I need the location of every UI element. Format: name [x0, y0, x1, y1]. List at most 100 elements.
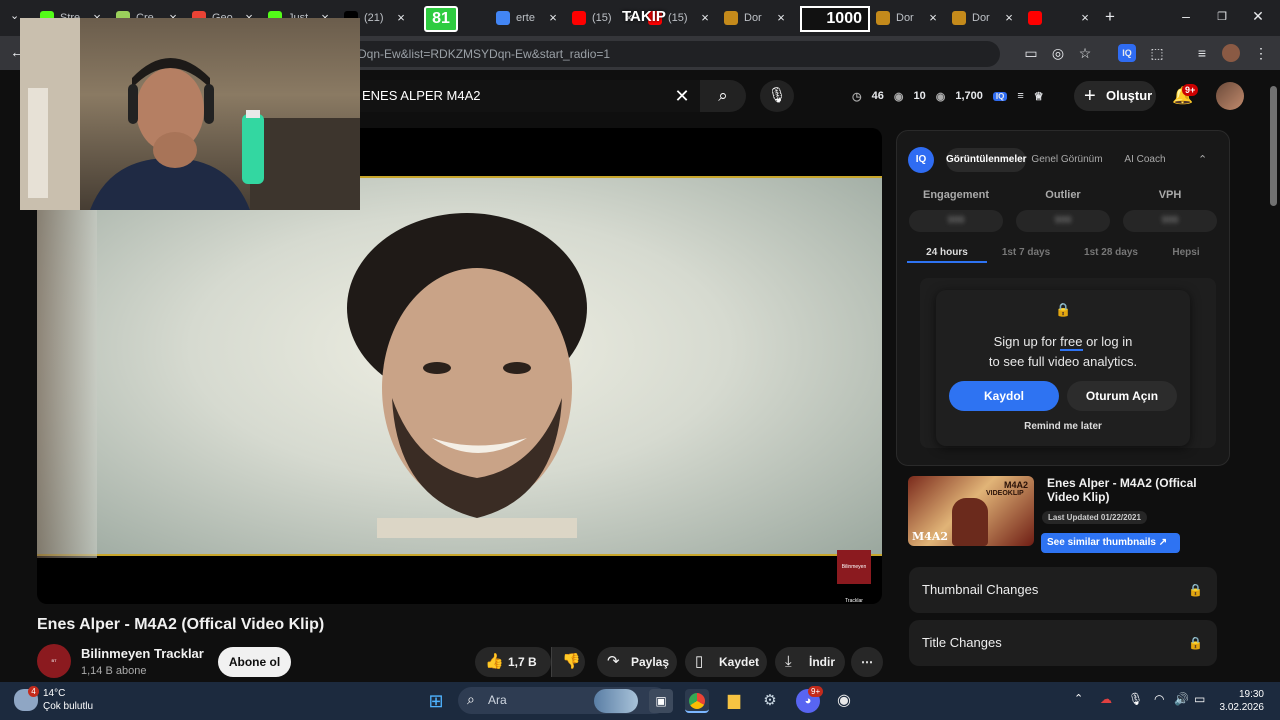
tab-title: (15)	[592, 12, 612, 24]
media-controls-icon[interactable]: ≡	[1193, 44, 1211, 62]
webcam-image	[20, 18, 360, 210]
minimize-icon[interactable]: –	[1176, 8, 1196, 24]
tab-close-icon[interactable]: ×	[1002, 10, 1016, 25]
tab-close-icon[interactable]: ×	[774, 10, 788, 25]
account-avatar[interactable]	[1216, 82, 1244, 110]
browser-menu-icon[interactable]: ⋮	[1252, 44, 1270, 62]
share-arrow-icon: ↷	[607, 653, 620, 670]
channel-avatar[interactable]: BT	[37, 644, 71, 678]
tray-overflow-chevron-icon[interactable]: ⌃	[1074, 692, 1083, 705]
search-highlight-image[interactable]	[594, 689, 638, 713]
video-thumbnail[interactable]: M4A2 VIDEOKLIP M4A2	[908, 476, 1034, 546]
microphone-tray-icon[interactable]: 🎙	[1128, 692, 1143, 706]
tab-overview[interactable]: Genel Görünüm	[1030, 148, 1104, 172]
tab-title: Dor	[896, 12, 914, 24]
extensions-puzzle-icon[interactable]: ⬚	[1148, 44, 1166, 62]
range-24-hours[interactable]: 24 hours	[907, 247, 987, 263]
browser-tab[interactable]: erte ×	[490, 6, 560, 30]
windows-start-icon[interactable]: ⊞	[424, 689, 448, 713]
channel-watermark[interactable]: Bilinmeyen Tracklar	[837, 550, 871, 604]
file-explorer-icon[interactable]: ▆	[722, 689, 746, 713]
metric-outlier-text: 999	[1054, 215, 1072, 226]
install-app-icon[interactable]: ▭	[1022, 44, 1040, 62]
profile-avatar[interactable]	[1222, 44, 1240, 62]
like-button[interactable]: 👍 1,7 B	[475, 647, 551, 677]
battery-icon[interactable]: ▭	[1194, 692, 1205, 706]
follow-goal-target: 1000	[800, 6, 870, 32]
download-button[interactable]: ⤓ İndir	[775, 647, 845, 677]
dislike-button[interactable]: 👎	[551, 647, 585, 677]
trophy-icon[interactable]: ♕	[1034, 90, 1044, 103]
metric-vph-label: VPH	[1158, 189, 1182, 201]
tab-close-icon[interactable]: ×	[546, 10, 560, 25]
subscribe-button[interactable]: Abone ol	[218, 647, 291, 677]
vidiq-icon[interactable]: IQ	[992, 91, 1008, 101]
metric-vph-text: 999	[1161, 215, 1179, 226]
close-window-icon[interactable]: ✕	[1248, 8, 1268, 25]
thumbnail-video-title: Enes Alper - M4A2 (Offical Video Klip)	[1047, 476, 1197, 504]
metric-engagement-label: Engagement	[922, 189, 989, 201]
range-7-days[interactable]: 1st 7 days	[986, 247, 1066, 258]
search-button[interactable]: ⌕	[700, 80, 746, 112]
tab-title: Dor	[744, 12, 762, 24]
free-link[interactable]: free	[1060, 334, 1083, 351]
views-icon: ◉	[935, 90, 946, 103]
tab-close-icon[interactable]: ×	[394, 10, 408, 25]
obs-icon[interactable]: ◉	[832, 689, 856, 713]
browser-tab[interactable]: Dor ×	[870, 6, 940, 30]
browser-tab[interactable]: Dor ×	[718, 6, 788, 30]
bookmark-star-icon[interactable]: ☆	[1076, 44, 1094, 62]
restore-icon[interactable]: ❐	[1212, 10, 1232, 23]
video-title: Enes Alper - M4A2 (Offical Video Klip)	[37, 616, 325, 633]
chrome-taskbar-icon[interactable]	[685, 689, 709, 713]
title-changes-label: Title Changes	[922, 635, 1002, 650]
clear-search-icon[interactable]: ✕	[670, 82, 694, 110]
browser-tab[interactable]: ×	[1022, 6, 1092, 30]
share-button[interactable]: ↷ Paylaş	[597, 647, 677, 677]
signup-message: Sign up for free or log in to see full v…	[950, 332, 1176, 372]
volume-icon[interactable]: 🔊	[1174, 692, 1189, 706]
login-button[interactable]: Oturum Açın	[1067, 381, 1177, 411]
tab-close-icon[interactable]: ×	[1078, 10, 1092, 25]
remind-later-link[interactable]: Remind me later	[950, 421, 1176, 432]
tab-search-chevron-icon[interactable]: ⌄	[10, 9, 19, 22]
tab-favicon-icon	[724, 11, 738, 25]
browser-tab[interactable]: Dor ×	[946, 6, 1016, 30]
search-input[interactable]: ENES ALPER M4A2	[358, 80, 700, 112]
vidiq-extension-icon[interactable]: IQ	[1118, 44, 1136, 62]
voice-search-button[interactable]: 🎙	[760, 80, 794, 112]
signup-button[interactable]: Kaydol	[949, 381, 1059, 411]
thumbnail-changes-row[interactable]: Thumbnail Changes 🔒	[909, 567, 1217, 613]
tab-ai-coach[interactable]: AI Coach	[1112, 148, 1178, 172]
steam-icon[interactable]: ⚙	[758, 689, 782, 713]
more-actions-button[interactable]: ⋯	[851, 647, 883, 677]
collapse-chevron-icon[interactable]: ⌃	[1198, 153, 1207, 166]
system-clock[interactable]: 19:30 3.02.2026	[1218, 688, 1265, 714]
list-icon[interactable]: ≡	[1017, 90, 1023, 102]
tab-close-icon[interactable]: ×	[698, 10, 712, 25]
tab-title: (15)	[668, 12, 688, 24]
eye-icon: ◉	[893, 90, 904, 103]
title-changes-row[interactable]: Title Changes 🔒	[909, 620, 1217, 666]
tab-views[interactable]: Görüntülenmeler	[946, 148, 1027, 172]
wifi-icon[interactable]: ◠	[1154, 692, 1164, 706]
microphone-icon: 🎙	[767, 87, 787, 104]
address-bar[interactable]: Dqn-Ew&list=RDKZMSYDqn-Ew&start_radio=1	[300, 41, 1000, 67]
new-tab-button[interactable]: +	[1100, 7, 1120, 27]
range-all[interactable]: Hepsi	[1146, 247, 1226, 258]
follow-goal-label: TAKIP	[622, 8, 666, 25]
create-button[interactable]: + Oluştur	[1074, 81, 1156, 111]
tab-close-icon[interactable]: ×	[926, 10, 940, 25]
tracking-protection-icon[interactable]: ◎	[1049, 44, 1067, 62]
scrollbar-thumb[interactable]	[1270, 86, 1277, 206]
metric-engagement-value: 999	[909, 210, 1003, 232]
tray-app-icon[interactable]: ☁	[1100, 692, 1112, 706]
channel-name[interactable]: Bilinmeyen Tracklar	[81, 646, 204, 661]
lock-icon: 🔒	[1188, 636, 1203, 650]
task-view-icon[interactable]: ▣	[649, 689, 673, 713]
range-28-days[interactable]: 1st 28 days	[1071, 247, 1151, 258]
see-similar-thumbnails-button[interactable]: See similar thumbnails ↗	[1041, 533, 1180, 553]
save-button[interactable]: ▯ Kaydet	[685, 647, 767, 677]
weather-description: Çok bulutlu	[43, 701, 94, 712]
url-text: Dqn-Ew&list=RDKZMSYDqn-Ew&start_radio=1	[358, 47, 611, 61]
